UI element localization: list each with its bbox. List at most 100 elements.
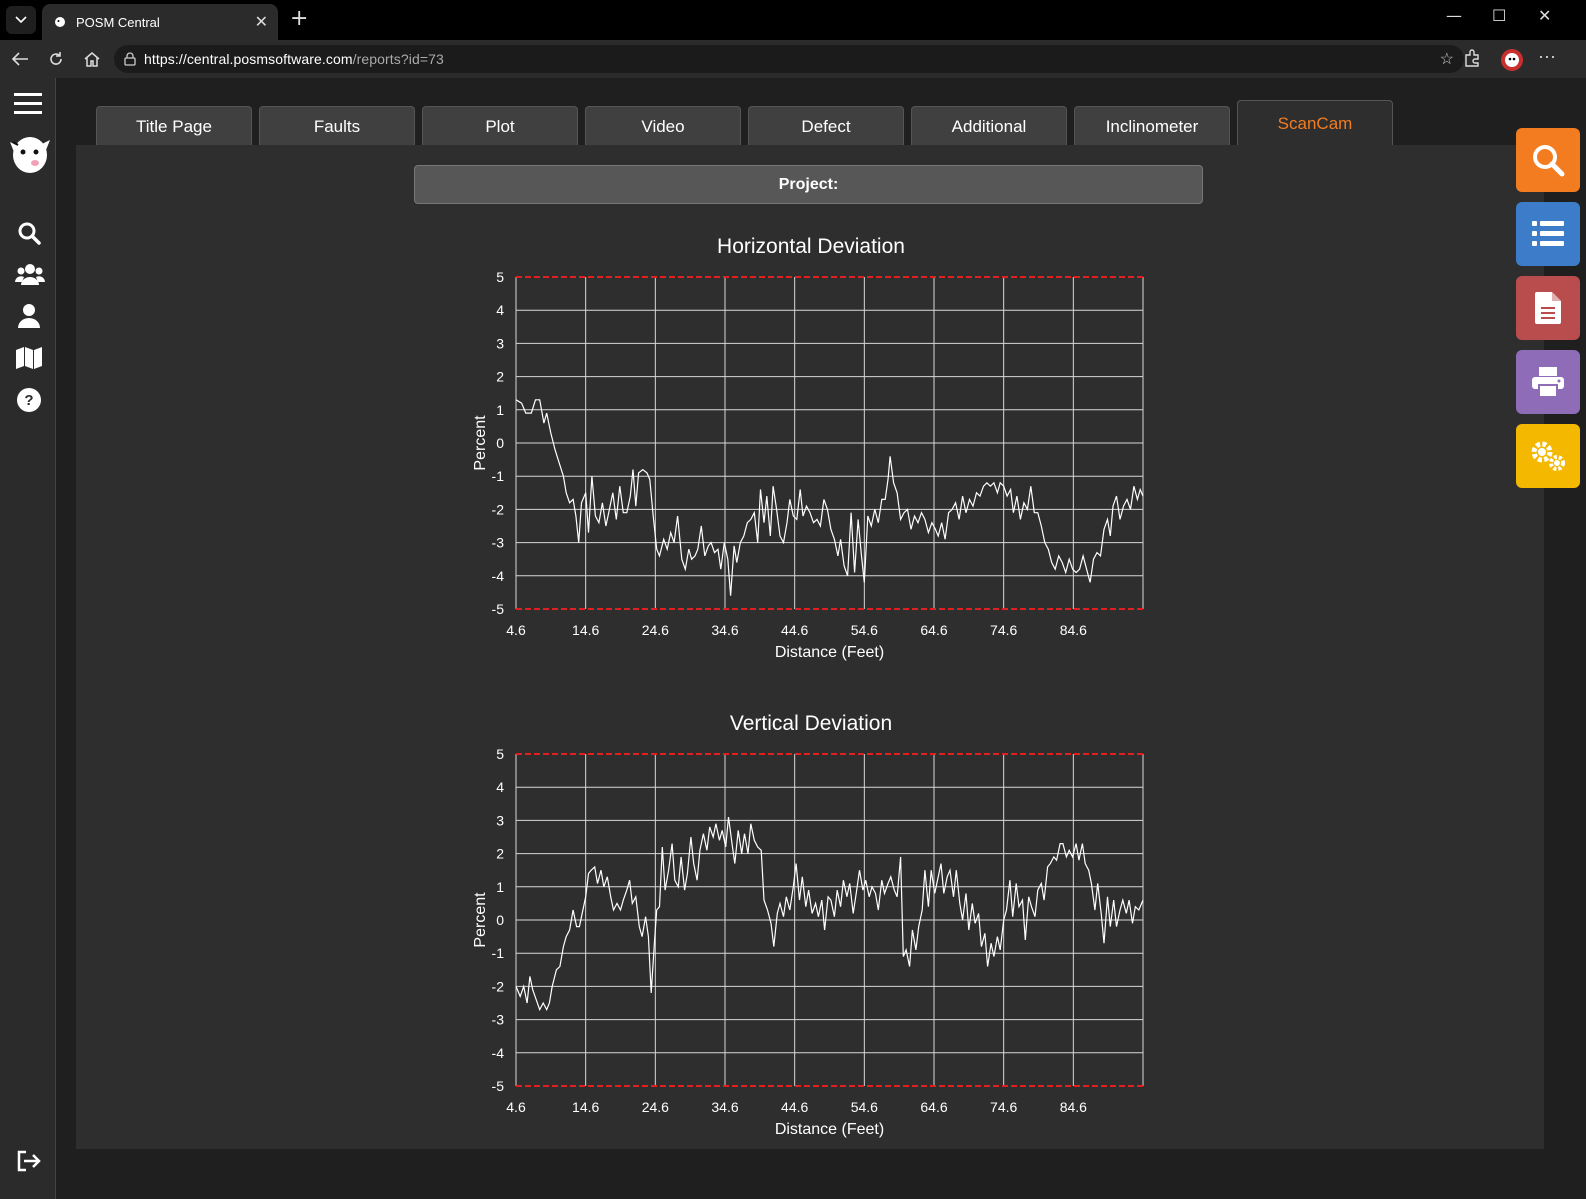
x-tick-label: 44.6 bbox=[781, 622, 808, 638]
hamburger-menu-icon[interactable] bbox=[14, 90, 42, 116]
document-icon bbox=[1535, 292, 1561, 324]
y-tick-label: -4 bbox=[492, 1045, 505, 1061]
posm-favicon-icon bbox=[55, 17, 65, 27]
x-axis-label: Distance (Feet) bbox=[775, 644, 884, 661]
y-tick-label: 2 bbox=[496, 369, 504, 385]
close-tab-icon[interactable]: ✕ bbox=[255, 12, 268, 32]
help-icon[interactable]: ? bbox=[16, 387, 42, 413]
print-icon bbox=[1532, 367, 1564, 397]
y-tick-label: -1 bbox=[492, 468, 505, 484]
tab-additional[interactable]: Additional bbox=[911, 106, 1067, 146]
search-action-button[interactable] bbox=[1516, 128, 1580, 192]
tab-plot[interactable]: Plot bbox=[422, 106, 578, 146]
y-axis-label: Percent bbox=[472, 892, 489, 948]
y-tick-label: 4 bbox=[496, 779, 504, 795]
browser-toolbar: https://central.posmsoftware.com/reports… bbox=[0, 40, 1586, 78]
app-sidebar: ? bbox=[0, 78, 56, 1199]
address-bar[interactable]: https://central.posmsoftware.com/reports… bbox=[114, 45, 1464, 73]
x-tick-label: 54.6 bbox=[851, 1099, 878, 1115]
x-tick-label: 14.6 bbox=[572, 1099, 599, 1115]
tab-defect[interactable]: Defect bbox=[748, 106, 904, 146]
favorite-star-icon[interactable]: ☆ bbox=[1440, 49, 1454, 69]
chevron-down-icon bbox=[15, 16, 27, 24]
extensions-icon[interactable] bbox=[1462, 48, 1482, 68]
tab-video[interactable]: Video bbox=[585, 106, 741, 146]
x-tick-label: 74.6 bbox=[990, 1099, 1017, 1115]
y-axis-label: Percent bbox=[472, 415, 489, 471]
print-action-button[interactable] bbox=[1516, 350, 1580, 414]
url-host: https://central.posmsoftware.com bbox=[144, 51, 353, 67]
svg-text:?: ? bbox=[24, 392, 33, 409]
search-icon[interactable] bbox=[16, 220, 42, 246]
y-tick-label: -3 bbox=[492, 535, 505, 551]
y-tick-label: -2 bbox=[492, 501, 505, 517]
browser-titlebar: POSM Central ✕ + — ☐ ✕ bbox=[0, 0, 1586, 40]
y-tick-label: 0 bbox=[496, 912, 504, 928]
y-tick-label: -4 bbox=[492, 568, 505, 584]
y-tick-label: 5 bbox=[496, 269, 504, 285]
y-tick-label: -5 bbox=[492, 601, 505, 617]
browser-tab[interactable]: POSM Central ✕ bbox=[42, 4, 278, 40]
logout-icon[interactable] bbox=[16, 1148, 42, 1174]
y-tick-label: 5 bbox=[496, 746, 504, 762]
back-icon[interactable] bbox=[10, 49, 30, 69]
tab-scancam[interactable]: ScanCam bbox=[1237, 100, 1393, 146]
x-tick-label: 4.6 bbox=[506, 622, 526, 638]
horizontal-deviation-plot: 5 4 3 2 1 0 -1 -2 -3 -4 -54.6 14.6 24.6 34.6 44.6 54.6 6… bbox=[472, 269, 1144, 661]
y-tick-label: -2 bbox=[492, 978, 505, 994]
browser-tab-title: POSM Central bbox=[76, 14, 160, 30]
x-tick-label: 44.6 bbox=[781, 1099, 808, 1115]
y-tick-label: 3 bbox=[496, 335, 504, 351]
x-tick-label: 84.6 bbox=[1060, 622, 1087, 638]
users-icon[interactable] bbox=[15, 261, 45, 287]
y-tick-label: -5 bbox=[492, 1078, 505, 1094]
lock-icon bbox=[124, 52, 136, 66]
vertical-deviation-plot: 5 4 3 2 1 0 -1 -2 -3 -4 -54.6 14.6 24.6 34.6 44.6 54.6 6… bbox=[472, 746, 1144, 1138]
reload-icon[interactable] bbox=[46, 49, 66, 69]
y-tick-label: 0 bbox=[496, 435, 504, 451]
x-tick-label: 4.6 bbox=[506, 1099, 526, 1115]
minimize-icon[interactable]: — bbox=[1446, 6, 1462, 25]
tab-faults[interactable]: Faults bbox=[259, 106, 415, 146]
url-path: /reports?id=73 bbox=[352, 51, 444, 67]
x-tick-label: 84.6 bbox=[1060, 1099, 1087, 1115]
settings-icon bbox=[1531, 441, 1565, 471]
tab-title-page[interactable]: Title Page bbox=[96, 106, 252, 146]
horizontal-deviation-chart: Horizontal Deviation 5 4 3 2 1 0 -1 -2 -3 -4 -5 4.6… bbox=[461, 230, 1161, 661]
x-tick-label: 64.6 bbox=[920, 622, 947, 638]
project-header: Project: bbox=[414, 165, 1203, 204]
user-icon[interactable] bbox=[16, 303, 42, 329]
y-tick-label: 1 bbox=[496, 879, 504, 895]
x-tick-label: 74.6 bbox=[990, 622, 1017, 638]
profile-avatar-icon[interactable] bbox=[1500, 48, 1524, 72]
x-tick-label: 54.6 bbox=[851, 622, 878, 638]
search-icon bbox=[1533, 145, 1565, 177]
tab-list-button[interactable] bbox=[6, 6, 36, 34]
settings-action-button[interactable] bbox=[1516, 424, 1580, 488]
maximize-icon[interactable]: ☐ bbox=[1492, 6, 1506, 25]
more-menu-icon[interactable]: ··· bbox=[1538, 46, 1556, 67]
x-tick-label: 34.6 bbox=[711, 1099, 738, 1115]
report-content: Title Page Faults Plot Video Defect Addi… bbox=[56, 78, 1586, 1199]
y-tick-label: 3 bbox=[496, 812, 504, 828]
x-axis-label: Distance (Feet) bbox=[775, 1121, 884, 1138]
report-panel: Project: Horizontal Deviation 5 4 3 2 1 0 -1 -2… bbox=[76, 145, 1544, 1149]
x-tick-label: 34.6 bbox=[711, 622, 738, 638]
home-icon[interactable] bbox=[82, 49, 102, 69]
vertical-deviation-chart: Vertical Deviation 5 4 3 2 1 0 -1 -2 -3 -4 -5 4.6 14… bbox=[461, 707, 1161, 1138]
deviation-series-line bbox=[515, 817, 1144, 1012]
y-tick-label: -3 bbox=[492, 1012, 505, 1028]
deviation-series-line bbox=[515, 399, 1144, 596]
y-tick-label: 1 bbox=[496, 402, 504, 418]
y-tick-label: 2 bbox=[496, 846, 504, 862]
y-tick-label: -1 bbox=[492, 945, 505, 961]
x-tick-label: 64.6 bbox=[920, 1099, 947, 1115]
close-window-icon[interactable]: ✕ bbox=[1538, 6, 1551, 25]
document-action-button[interactable] bbox=[1516, 276, 1580, 340]
tab-inclinometer[interactable]: Inclinometer bbox=[1074, 106, 1230, 146]
posm-logo[interactable] bbox=[6, 132, 52, 178]
y-tick-label: 4 bbox=[496, 302, 504, 318]
list-action-button[interactable] bbox=[1516, 202, 1580, 266]
new-tab-icon[interactable]: + bbox=[290, 6, 308, 31]
map-icon[interactable] bbox=[16, 345, 42, 371]
